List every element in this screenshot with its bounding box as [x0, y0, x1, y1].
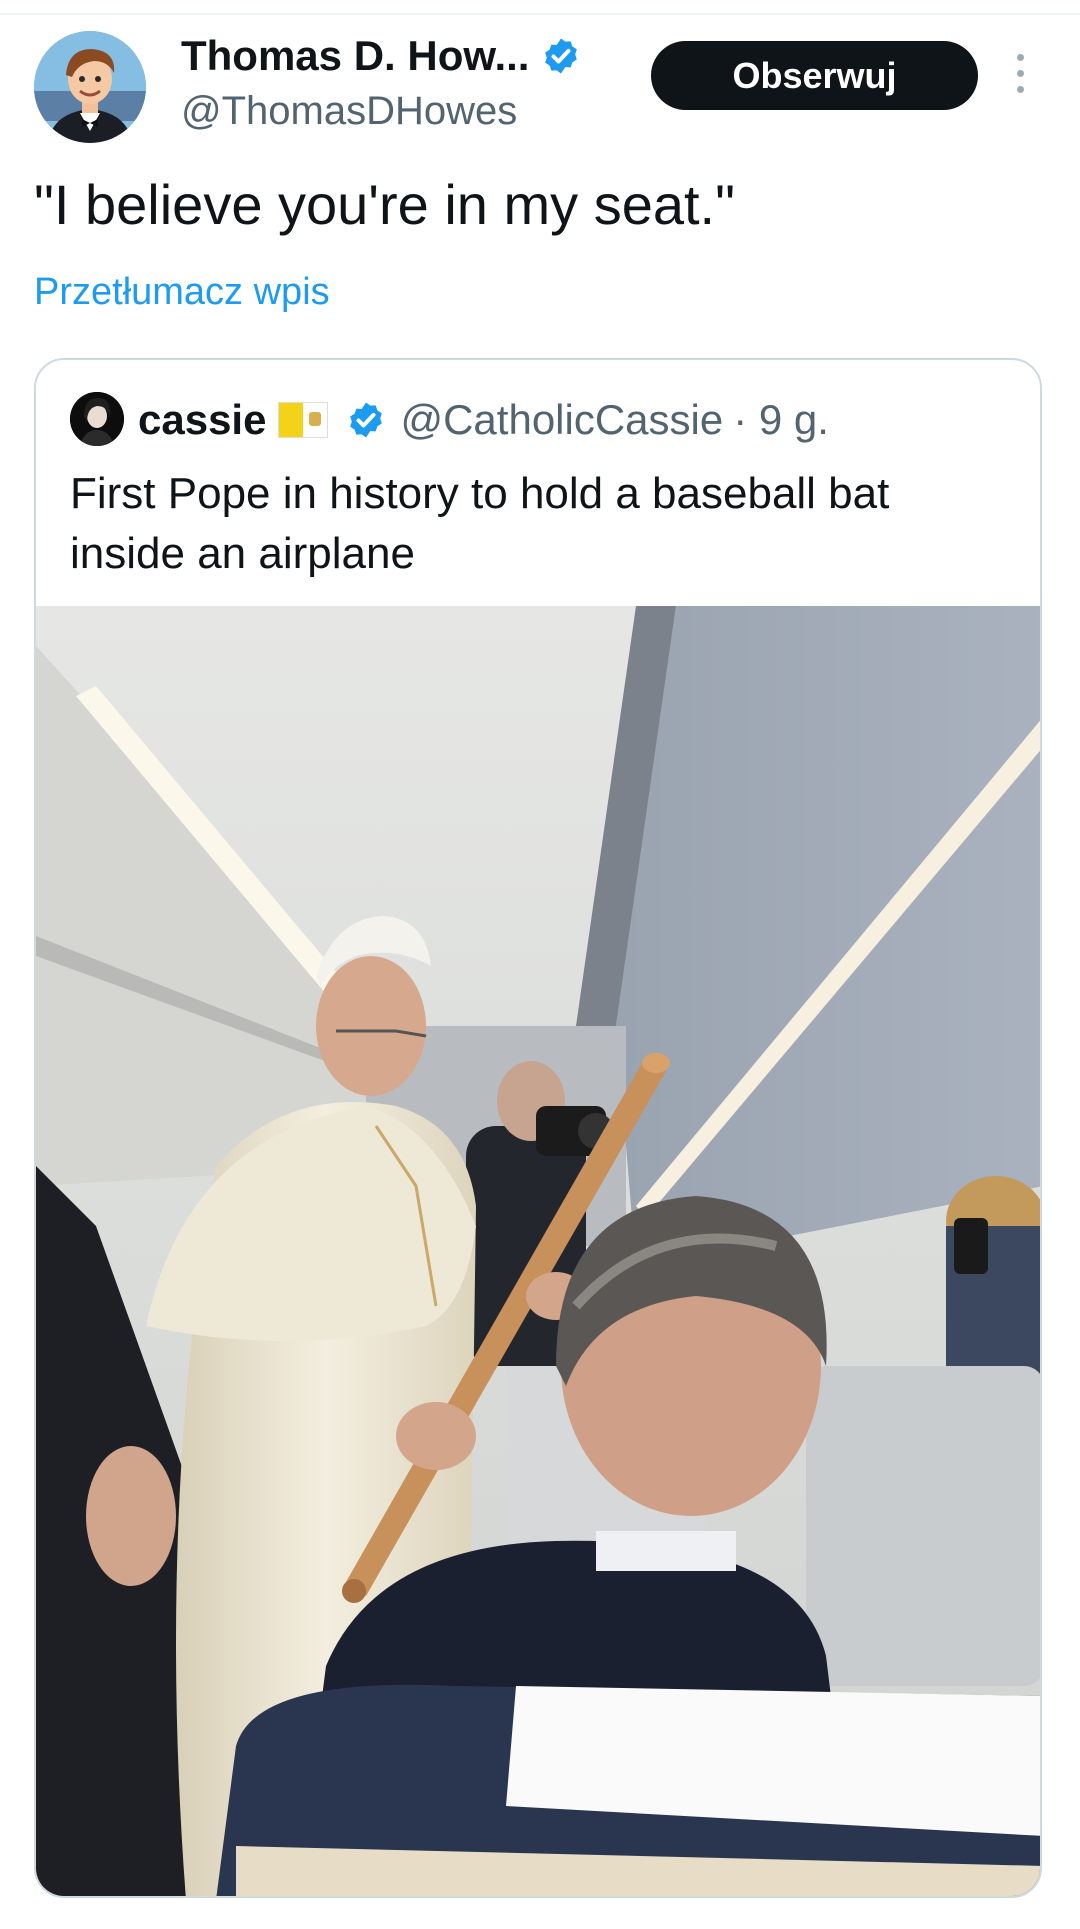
quoted-tweet-card[interactable]: cassie @CatholicCassie · 9 g. First Pope…: [34, 358, 1042, 1898]
verified-badge-icon: [350, 402, 383, 438]
verified-badge-icon: [545, 38, 578, 74]
quoted-author-name[interactable]: cassie: [138, 394, 266, 446]
author-name[interactable]: Thomas D. How...: [181, 30, 529, 82]
quoted-tweet-text: First Pope in history to hold a baseball…: [70, 469, 890, 578]
tweet-photo[interactable]: [36, 606, 1040, 1896]
tweet-text: "I believe you're in my seat.": [34, 173, 735, 236]
more-vertical-icon[interactable]: [1010, 54, 1030, 100]
author-name-row[interactable]: Thomas D. How...: [181, 30, 581, 82]
author-handle[interactable]: @ThomasDHowes: [181, 86, 517, 136]
vatican-flag-icon: [278, 402, 329, 438]
follow-button[interactable]: Obserwuj: [651, 41, 978, 110]
translate-link[interactable]: Przetłumacz wpis: [34, 268, 330, 316]
quoted-author-handle[interactable]: @CatholicCassie: [400, 394, 723, 446]
quoted-author-avatar[interactable]: [70, 392, 124, 446]
quoted-timestamp[interactable]: · 9 g.: [733, 394, 829, 446]
quoted-header: cassie @CatholicCassie · 9 g.: [138, 394, 829, 446]
author-avatar[interactable]: [34, 31, 146, 143]
top-divider: [0, 13, 1080, 15]
